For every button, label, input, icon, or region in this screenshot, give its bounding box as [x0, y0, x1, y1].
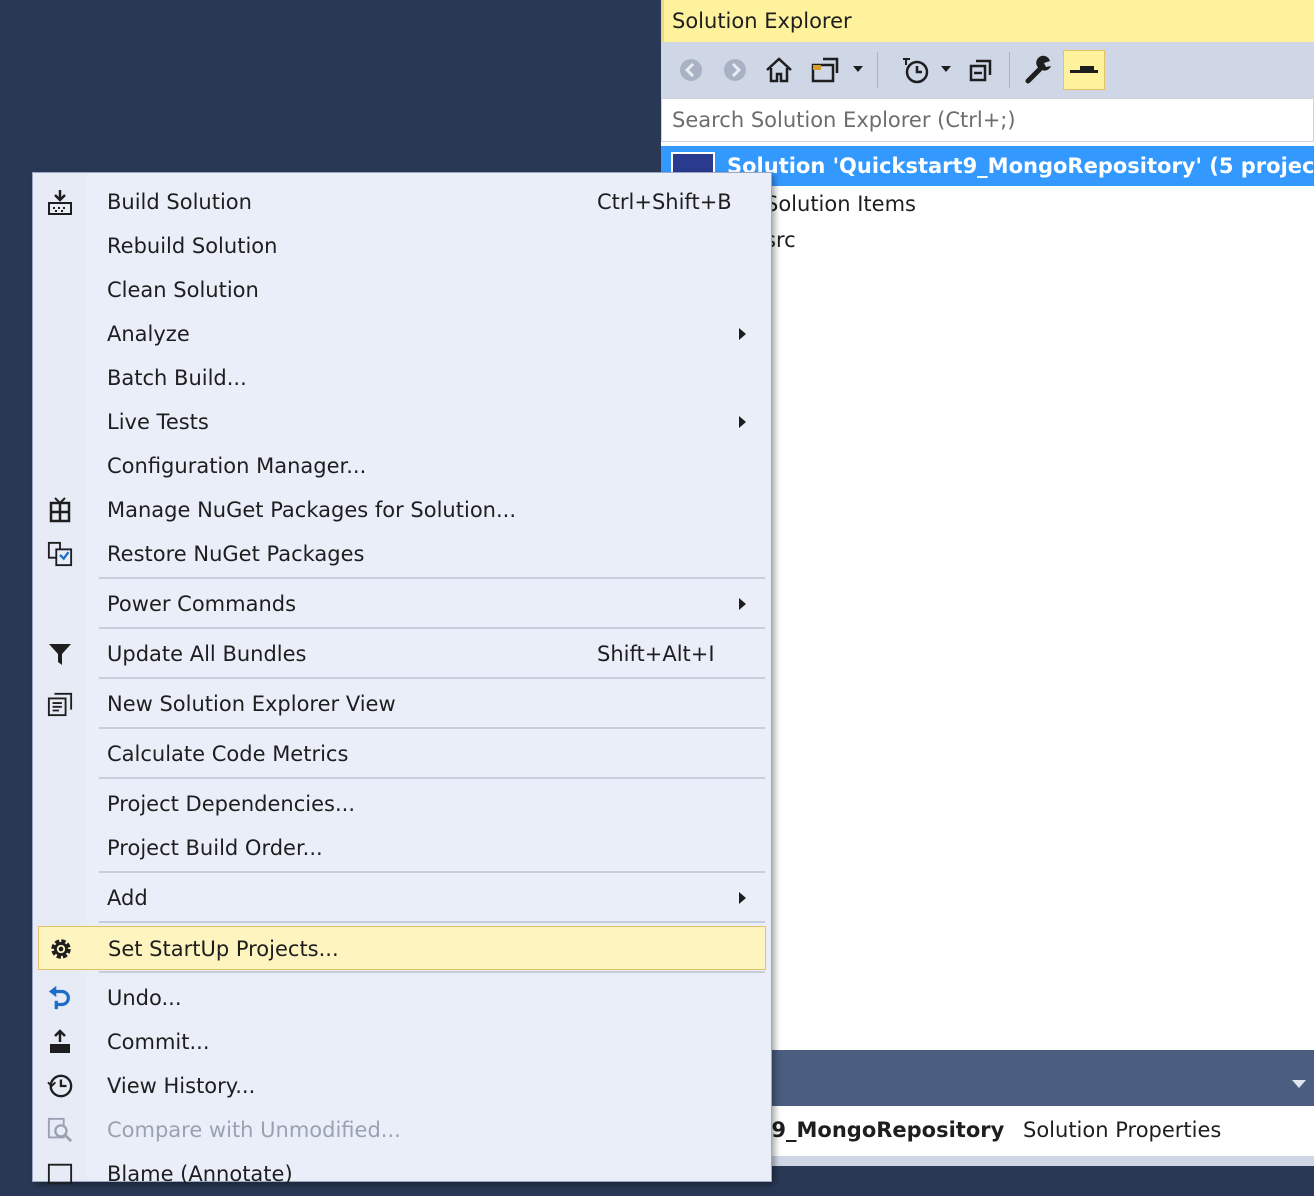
preview-selected-icon[interactable] — [1063, 50, 1105, 90]
menu-item-label: Set StartUp Projects... — [108, 937, 339, 961]
blame-icon — [47, 1161, 73, 1187]
menu-item-compare-unmodified[interactable]: Compare with Unmodified... — [33, 1108, 771, 1152]
pending-changes-filter-icon[interactable] — [895, 50, 935, 90]
compare-icon — [47, 1117, 73, 1143]
back-icon[interactable] — [671, 50, 711, 90]
menu-item-add[interactable]: Add — [33, 876, 771, 920]
collapse-all-icon[interactable] — [961, 50, 1001, 90]
new-window-icon — [47, 691, 73, 717]
menu-separator — [99, 777, 765, 779]
restore-packages-icon — [47, 541, 73, 567]
menu-item-label: Add — [107, 886, 148, 910]
menu-item-label: Compare with Unmodified... — [107, 1118, 401, 1142]
menu-item-label: Undo... — [107, 986, 182, 1010]
toolbar-separator — [877, 52, 878, 88]
menu-item-blame[interactable]: Blame (Annotate) — [33, 1152, 771, 1196]
menu-item-label: Configuration Manager... — [107, 454, 367, 478]
menu-item-label: Clean Solution — [107, 278, 259, 302]
menu-item-shortcut: Shift+Alt+I — [597, 642, 715, 666]
build-icon — [47, 189, 73, 215]
chevron-down-icon[interactable] — [1292, 1080, 1306, 1088]
menu-separator — [99, 627, 765, 629]
menu-item-undo[interactable]: Undo... — [33, 976, 771, 1020]
menu-separator — [99, 577, 765, 579]
menu-item-label: Restore NuGet Packages — [107, 542, 365, 566]
menu-item-label: Commit... — [107, 1030, 210, 1054]
search-solution-explorer-input[interactable]: Search Solution Explorer (Ctrl+;) — [661, 98, 1314, 142]
menu-item-project-build-order[interactable]: Project Build Order... — [33, 826, 771, 870]
menu-item-manage-nuget[interactable]: Manage NuGet Packages for Solution... — [33, 488, 771, 532]
menu-item-label: Rebuild Solution — [107, 234, 278, 258]
menu-separator — [99, 871, 765, 873]
home-icon[interactable] — [759, 50, 799, 90]
menu-item-label: Batch Build... — [107, 366, 247, 390]
menu-item-label: Power Commands — [107, 592, 297, 616]
history-icon — [47, 1073, 73, 1099]
menu-item-label: Manage NuGet Packages for Solution... — [107, 498, 516, 522]
menu-item-commit[interactable]: Commit... — [33, 1020, 771, 1064]
submenu-arrow-icon — [739, 416, 746, 428]
menu-item-set-startup-projects[interactable]: Set StartUp Projects... — [38, 926, 766, 970]
filter-funnel-icon — [47, 641, 73, 667]
menu-item-build-solution[interactable]: Build Solution Ctrl+Shift+B — [33, 180, 771, 224]
menu-item-label: Project Build Order... — [107, 836, 323, 860]
solution-context-menu: Build Solution Ctrl+Shift+B Rebuild Solu… — [32, 172, 772, 1186]
menu-item-restore-nuget[interactable]: Restore NuGet Packages — [33, 532, 771, 576]
menu-item-label: View History... — [107, 1074, 256, 1098]
menu-separator — [99, 727, 765, 729]
menu-item-live-tests[interactable]: Live Tests — [33, 400, 771, 444]
menu-item-label: Project Dependencies... — [107, 792, 356, 816]
solution-explorer-title: Solution Explorer — [661, 0, 1314, 42]
menu-item-analyze[interactable]: Analyze — [33, 312, 771, 356]
menu-item-new-se-view[interactable]: New Solution Explorer View — [33, 682, 771, 726]
menu-item-view-history[interactable]: View History... — [33, 1064, 771, 1108]
menu-item-label: Update All Bundles — [107, 642, 307, 666]
nuget-icon — [47, 497, 73, 523]
menu-item-label: Calculate Code Metrics — [107, 742, 349, 766]
menu-item-update-all-bundles[interactable]: Update All Bundles Shift+Alt+I — [33, 632, 771, 676]
menu-item-label: Live Tests — [107, 410, 209, 434]
menu-item-calculate-code-metrics[interactable]: Calculate Code Metrics — [33, 732, 771, 776]
menu-item-label: Build Solution — [107, 190, 252, 214]
menu-item-batch-build[interactable]: Batch Build... — [33, 356, 771, 400]
tree-item-label: Solution Items — [765, 192, 916, 216]
menu-item-power-commands[interactable]: Power Commands — [33, 582, 771, 626]
switch-views-dropdown-icon[interactable] — [853, 66, 863, 72]
tree-item-solution-label: Solution 'Quickstart9_MongoRepository' (… — [727, 154, 1314, 178]
menu-item-shortcut: Ctrl+Shift+B — [597, 190, 732, 214]
filter-dropdown-icon[interactable] — [941, 66, 951, 72]
menu-item-rebuild-solution[interactable]: Rebuild Solution — [33, 224, 771, 268]
menu-separator — [99, 921, 765, 923]
menu-separator — [99, 971, 765, 973]
menu-item-label: Analyze — [107, 322, 190, 346]
menu-item-label: New Solution Explorer View — [107, 692, 396, 716]
submenu-arrow-icon — [739, 598, 746, 610]
forward-icon[interactable] — [715, 50, 755, 90]
menu-item-label: Blame (Annotate) — [107, 1162, 293, 1186]
menu-item-configuration-manager[interactable]: Configuration Manager... — [33, 444, 771, 488]
commit-icon — [47, 1029, 73, 1055]
menu-item-clean-solution[interactable]: Clean Solution — [33, 268, 771, 312]
undo-icon — [47, 985, 73, 1011]
properties-object-name: rt9_MongoRepository — [751, 1118, 1005, 1142]
properties-object-type: Solution Properties — [1023, 1118, 1222, 1142]
solution-explorer-toolbar — [661, 42, 1314, 98]
menu-item-project-dependencies[interactable]: Project Dependencies... — [33, 782, 771, 826]
gear-icon — [48, 936, 74, 962]
toolbar-separator — [1009, 52, 1010, 88]
submenu-arrow-icon — [739, 892, 746, 904]
properties-icon[interactable] — [1019, 50, 1059, 90]
switch-views-icon[interactable] — [805, 50, 845, 90]
submenu-arrow-icon — [739, 328, 746, 340]
menu-separator — [99, 677, 765, 679]
